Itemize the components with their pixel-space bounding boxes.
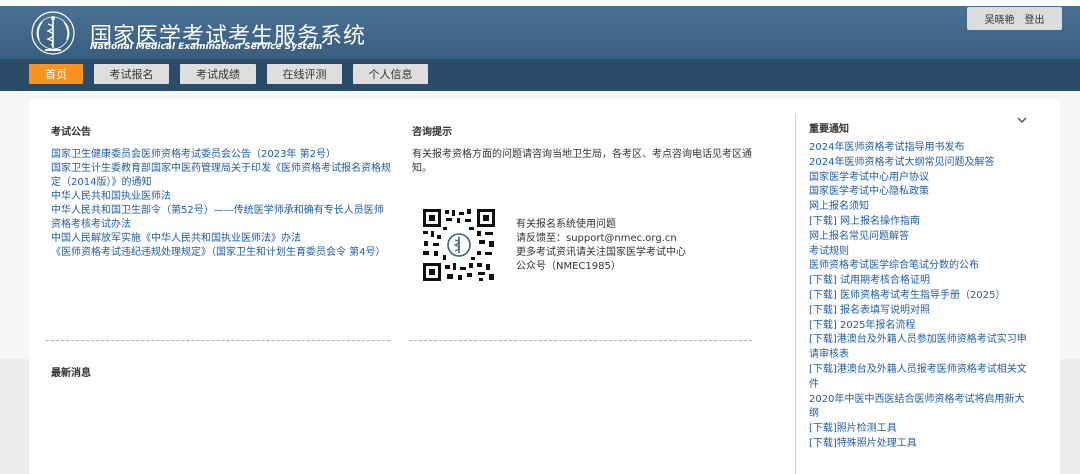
user-box: 吴晓艳 登出 (967, 7, 1062, 30)
contact-line: 有关报名系统使用问题 (516, 219, 616, 230)
contact-line: 更多考试资讯请关注国家医学考试中心 (516, 247, 686, 258)
nav-tab-home[interactable]: 首页 (29, 64, 83, 84)
logout-button[interactable]: 登出 (1025, 11, 1045, 26)
header-top-strip (0, 0, 1080, 6)
announcements-list: 国家卫生健康委员会医师资格考试委员会公告（2023年 第2号） 国家卫生计生委教… (51, 148, 391, 260)
consult-title: 咨询提示 (412, 127, 452, 138)
qr-code-icon (421, 207, 497, 283)
announcement-link[interactable]: 中华人民共和国卫生部令（第52号）——传统医学师承和确有专长人员医师资格考核考试… (51, 204, 391, 232)
consult-text: 有关报考资格方面的问题请咨询当地卫生局，各考区、考点咨询电话见考区通知。 (412, 149, 752, 174)
notice-link[interactable]: 国家医学考试中心用户协议 (809, 171, 1031, 186)
notice-link[interactable]: [下载] 2025年报名流程 (809, 319, 1031, 334)
contact-line: 公众号（NMEC1985） (516, 261, 621, 272)
announcement-link[interactable]: 国家卫生健康委员会医师资格考试委员会公告（2023年 第2号） (51, 148, 391, 162)
announcement-link[interactable]: 国家卫生计生委教育部国家中医药管理局关于印发《医师资格考试报名资格规定（2014… (51, 162, 391, 190)
site-subtitle: National Medical Examination Service Sys… (90, 42, 323, 52)
notices-list: 2024年医师资格考试指导用书发布 2024年医师资格考试大纲常见问题及解答 国… (809, 141, 1031, 452)
notice-link[interactable]: [下载]特殊照片处理工具 (809, 437, 1031, 452)
notice-link[interactable]: 国家医学考试中心隐私政策 (809, 185, 1031, 200)
medical-emblem-icon (31, 11, 75, 55)
chevron-down-icon[interactable] (1015, 114, 1029, 126)
notice-link[interactable]: [下载] 医师资格考试考生指导手册（2025） (809, 289, 1031, 304)
notice-link[interactable]: [下载] 试用期考核合格证明 (809, 274, 1031, 289)
notice-link[interactable]: 网上报名须知 (809, 200, 1031, 215)
contact-line: 请反馈至：support@nmec.org.cn (516, 233, 677, 244)
announcement-link[interactable]: 《医师资格考试违纪违规处理规定》（国家卫生和计划生育委员会令 第4号） (51, 246, 391, 260)
notice-link[interactable]: [下载]港澳台及外籍人员报考医师资格考试相关文件 (809, 363, 1031, 393)
notice-link[interactable]: 2024年医师资格考试大纲常见问题及解答 (809, 156, 1031, 171)
notices-title: 重要通知 (809, 124, 849, 135)
announcements-title: 考试公告 (51, 127, 91, 138)
news-title: 最新消息 (51, 368, 91, 379)
nav-tab-personal-info[interactable]: 个人信息 (353, 64, 428, 84)
username: 吴晓艳 (984, 15, 1015, 26)
notice-link[interactable]: 考试规则 (809, 245, 1031, 260)
nav-tab-exam-scores[interactable]: 考试成绩 (180, 64, 256, 84)
announcement-link[interactable]: 中国人民解放军实施《中华人民共和国执业医师法》办法 (51, 232, 391, 246)
notice-link[interactable]: [下载] 网上报名操作指南 (809, 215, 1031, 230)
main-navbar: 首页 考试报名 考试成绩 在线评测 个人信息 (0, 59, 1080, 91)
nav-tab-exam-registration[interactable]: 考试报名 (94, 64, 169, 84)
notice-link[interactable]: [下载]照片检测工具 (809, 422, 1031, 437)
column-divider (795, 114, 796, 474)
announcement-link[interactable]: 中华人民共和国执业医师法 (51, 190, 391, 204)
section-divider (46, 340, 390, 341)
notice-link[interactable]: 2020年中医中西医结合医师资格考试将启用新大纲 (809, 393, 1031, 423)
notice-link[interactable]: 医师资格考试医学综合笔试分数的公布 (809, 259, 1031, 274)
notice-link[interactable]: 2024年医师资格考试指导用书发布 (809, 141, 1031, 156)
notice-link[interactable]: [下载] 报名表填写说明对照 (809, 304, 1031, 319)
notice-link[interactable]: 网上报名常见问题解答 (809, 230, 1031, 245)
support-contact: 有关报名系统使用问题 请反馈至：support@nmec.org.cn 更多考试… (516, 218, 686, 274)
nav-tab-online-assessment[interactable]: 在线评测 (267, 64, 342, 84)
notice-link[interactable]: [下载]港澳台及外籍人员参加医师资格考试实习申请审核表 (809, 333, 1031, 363)
section-divider (409, 340, 752, 341)
